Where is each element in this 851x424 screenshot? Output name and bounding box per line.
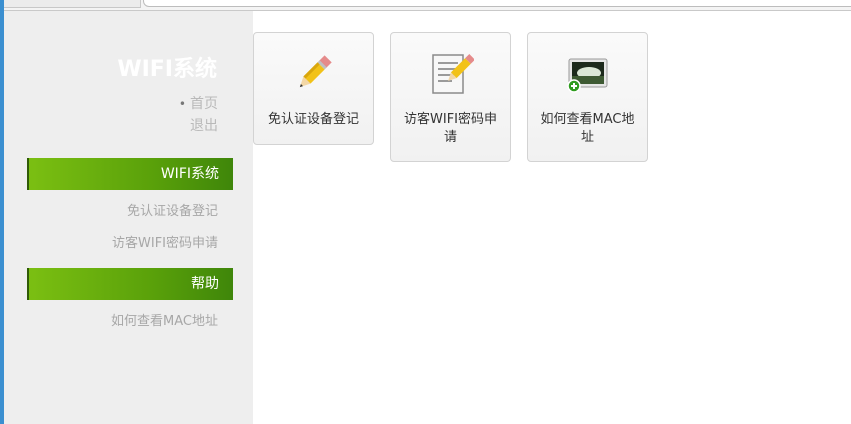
sidebar-item-mac-address[interactable]: 如何查看MAC地址 bbox=[111, 310, 218, 329]
pencil-icon bbox=[292, 51, 336, 101]
sidebar: WIFI系统 • 首页 退出 WIFI系统 免认证设备登记 访客WIFI密码申请 … bbox=[4, 11, 253, 424]
top-links: • 首页 退出 bbox=[179, 93, 218, 137]
card-guest-wifi[interactable]: 访客WIFI密码申请 bbox=[390, 32, 511, 162]
browser-tab[interactable] bbox=[0, 0, 141, 8]
browser-chrome bbox=[0, 0, 851, 11]
card-device-registration[interactable]: 免认证设备登记 bbox=[253, 32, 374, 145]
bullet-icon: • bbox=[178, 97, 186, 111]
card-label: 如何查看MAC地址 bbox=[540, 112, 635, 145]
card-mac-address[interactable]: 如何查看MAC地址 bbox=[527, 32, 648, 162]
sidebar-item-device-registration[interactable]: 免认证设备登记 bbox=[127, 200, 218, 219]
logout-link[interactable]: 退出 bbox=[179, 115, 218, 137]
card-label: 访客WIFI密码申请 bbox=[404, 112, 497, 145]
home-link-label: 首页 bbox=[190, 96, 218, 112]
image-add-icon bbox=[565, 55, 611, 101]
address-bar[interactable] bbox=[143, 0, 851, 7]
home-link[interactable]: • 首页 bbox=[179, 93, 218, 115]
sidebar-item-guest-wifi[interactable]: 访客WIFI密码申请 bbox=[112, 232, 218, 251]
edit-document-icon bbox=[428, 49, 475, 103]
section-header-wifi[interactable]: WIFI系统 bbox=[27, 158, 233, 190]
brand-title: WIFI系统 bbox=[117, 57, 217, 82]
section-header-help[interactable]: 帮助 bbox=[27, 268, 233, 300]
card-label: 免认证设备登记 bbox=[267, 112, 359, 127]
